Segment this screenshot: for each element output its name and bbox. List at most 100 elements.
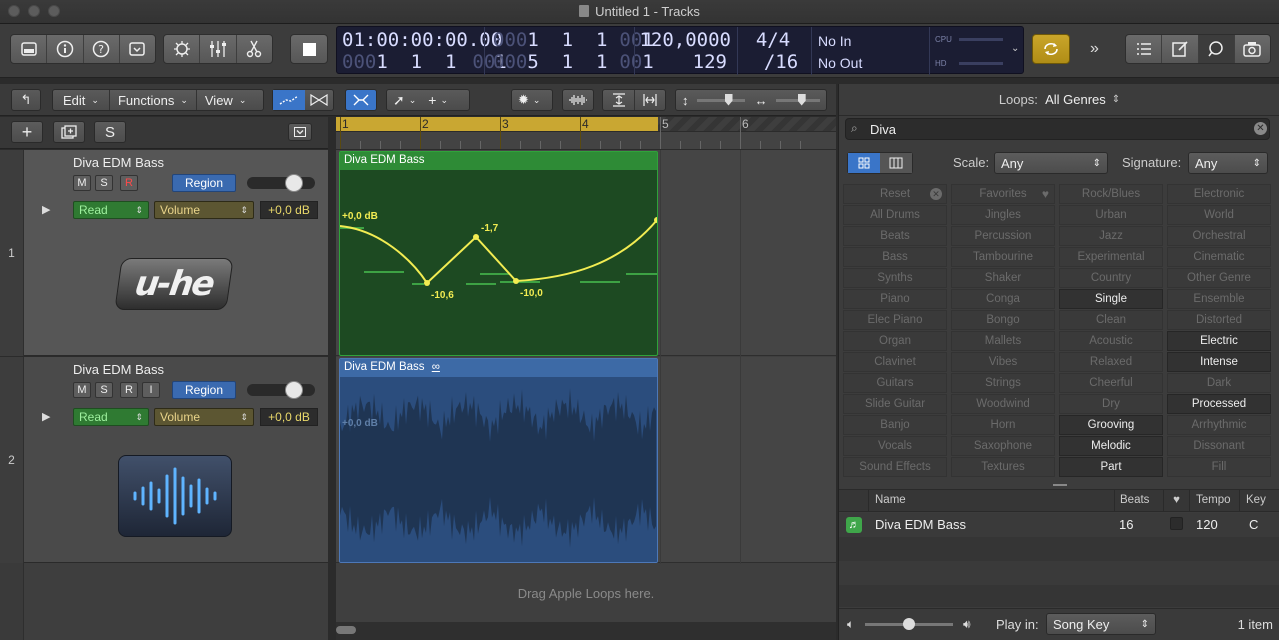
browsers-button[interactable] [1235,35,1270,63]
column-view-toggle[interactable] [880,153,912,173]
keyword-button[interactable]: Other Genre [1167,268,1271,288]
keyword-button[interactable]: Grooving [1059,415,1163,435]
drop-hint[interactable]: Drag Apple Loops here. [336,564,836,622]
keyword-button[interactable]: Clavinet [843,352,947,372]
global-solo-button[interactable]: S [94,121,126,143]
show-automation-button[interactable] [273,90,306,110]
volume-knob[interactable] [285,381,303,399]
automation-mode-select[interactable]: Read ⇕ [73,408,149,426]
signature-select[interactable]: Any ⇕ [1188,152,1268,174]
settings-menu[interactable]: ✹ ⌄ [511,89,553,111]
automation-value-field[interactable]: +0,0 dB [260,408,318,426]
keyword-button[interactable]: Ensemble [1167,289,1271,309]
keyword-button[interactable]: Synths [843,268,947,288]
mixer-button[interactable] [200,35,237,63]
keyword-button[interactable]: Beats [843,226,947,246]
clear-search-icon[interactable]: ✕ [1254,122,1267,135]
back-button[interactable]: ↰ [11,89,41,111]
keyword-button[interactable]: Electronic [1167,184,1271,204]
waveform-zoom-button[interactable] [562,89,594,111]
key-column-header[interactable]: Key [1239,490,1272,512]
edit-menu[interactable]: Edit ⌄ [53,90,110,110]
disclosure-triangle-icon[interactable]: ▶ [42,203,50,216]
record-enable-button[interactable]: R [120,175,138,191]
slider-thumb[interactable] [797,93,806,106]
region-automation-button[interactable]: Region [172,381,236,399]
instrument-logo[interactable]: u-he [114,258,234,310]
audio-region[interactable]: Diva EDM Bass ∞ +0,0 dB [339,358,658,563]
keyword-button[interactable]: Horn [951,415,1055,435]
track-list-divider[interactable] [328,117,336,640]
track-name[interactable]: Diva EDM Bass [73,362,164,377]
keyword-resize-handle[interactable] [839,482,1279,490]
marker-lane[interactable] [336,131,836,149]
keyword-button[interactable]: Electric [1167,331,1271,351]
more-controls-icon[interactable]: » [1090,40,1099,58]
track-header-2[interactable]: 2 Diva EDM Bass M S R I Region ▶ Read ⇕ V… [0,357,328,563]
keyword-button[interactable]: Saxophone [951,436,1055,456]
keyword-button[interactable]: Mallets [951,331,1055,351]
functions-menu[interactable]: Functions ⌄ [110,90,197,110]
audio-file-icon[interactable] [118,455,232,537]
keyword-button[interactable]: Single [1059,289,1163,309]
keyword-button[interactable]: Rock/Blues [1059,184,1163,204]
region-automation-button[interactable]: Region [172,174,236,192]
preview-volume-knob[interactable] [903,618,915,630]
lcd-display[interactable]: 01:00:00:00.00 0001 1 1 001 0001 1 1 001 0… [336,26,1024,75]
automation-lane[interactable] [340,170,657,356]
keyword-button[interactable]: Distorted [1167,310,1271,330]
record-enable-button[interactable]: R [120,382,138,398]
button-view-toggle[interactable] [848,153,880,173]
lcd-menu-chevron-icon[interactable]: ⌄ [1011,43,1019,54]
keyword-button[interactable]: Intense [1167,352,1271,372]
keyword-button[interactable]: Strings [951,373,1055,393]
play-in-select[interactable]: Song Key ⇕ [1046,613,1156,635]
mute-button[interactable]: M [73,382,91,398]
keyword-button[interactable]: Experimental [1059,247,1163,267]
keyword-button[interactable]: Acoustic [1059,331,1163,351]
keyword-button[interactable]: World [1167,205,1271,225]
keyword-button[interactable]: Relaxed [1059,352,1163,372]
track-name[interactable]: Diva EDM Bass [73,155,164,170]
keyword-button[interactable]: Percussion [951,226,1055,246]
keyword-button[interactable]: Fill [1167,457,1271,477]
automation-mode-select[interactable]: Read ⇕ [73,201,149,219]
name-column-header[interactable]: Name [875,494,906,506]
loop-search-input[interactable]: ⌕ Diva ✕ [845,118,1270,140]
favorite-checkbox[interactable] [1170,517,1183,530]
scrollbar-thumb[interactable] [336,626,356,634]
library-button[interactable] [11,35,48,63]
keyword-button[interactable]: Elec Piano [843,310,947,330]
keyword-button[interactable]: Vocals [843,436,947,456]
horizontal-zoom-slider[interactable] [775,93,820,106]
keyword-button[interactable]: Banjo [843,415,947,435]
bar-ruler[interactable]: 1 2 3 4 5 6 [336,117,836,149]
marquee-tool-icon[interactable]: + [428,92,436,108]
stop-button[interactable] [290,34,328,64]
keyword-button[interactable]: Sound Effects [843,457,947,477]
keyword-button[interactable]: Melodic [1059,436,1163,456]
automation-point[interactable] [513,278,519,284]
automation-parameter-select[interactable]: Volume ⇕ [154,408,254,426]
track-header-1[interactable]: 1 Diva EDM Bass M S R Region ▶ Read ⇕ Vol… [0,150,328,356]
vertical-zoom-slider[interactable] [696,93,745,106]
catch-button[interactable] [345,89,377,111]
favorite-column-header[interactable]: ♥ [1163,490,1189,512]
solo-button[interactable]: S [95,382,113,398]
keyword-button[interactable]: Guitars [843,373,947,393]
keyword-button[interactable]: Piano [843,289,947,309]
arrange-area[interactable]: Diva EDM Bass +0,0 dB -1,7 -10,6 -10,0 D… [336,150,836,622]
volume-slider[interactable] [247,177,315,189]
duplicate-track-button[interactable] [53,121,85,143]
horizontal-scrollbar[interactable] [336,622,836,640]
result-row[interactable]: ♬ Diva EDM Bass 16 120 C [839,513,1279,537]
keyword-button[interactable]: Reset ✕ [843,184,947,204]
view-menu[interactable]: View ⌄ [197,90,255,110]
flex-button[interactable] [305,90,333,110]
keyword-button[interactable]: Bongo [951,310,1055,330]
mute-button[interactable]: M [73,175,91,191]
keyword-button[interactable]: Favorites ♥ [951,184,1055,204]
collapse-button[interactable] [288,123,312,141]
keyword-button[interactable]: Clean [1059,310,1163,330]
keyword-button[interactable]: Arrhythmic [1167,415,1271,435]
